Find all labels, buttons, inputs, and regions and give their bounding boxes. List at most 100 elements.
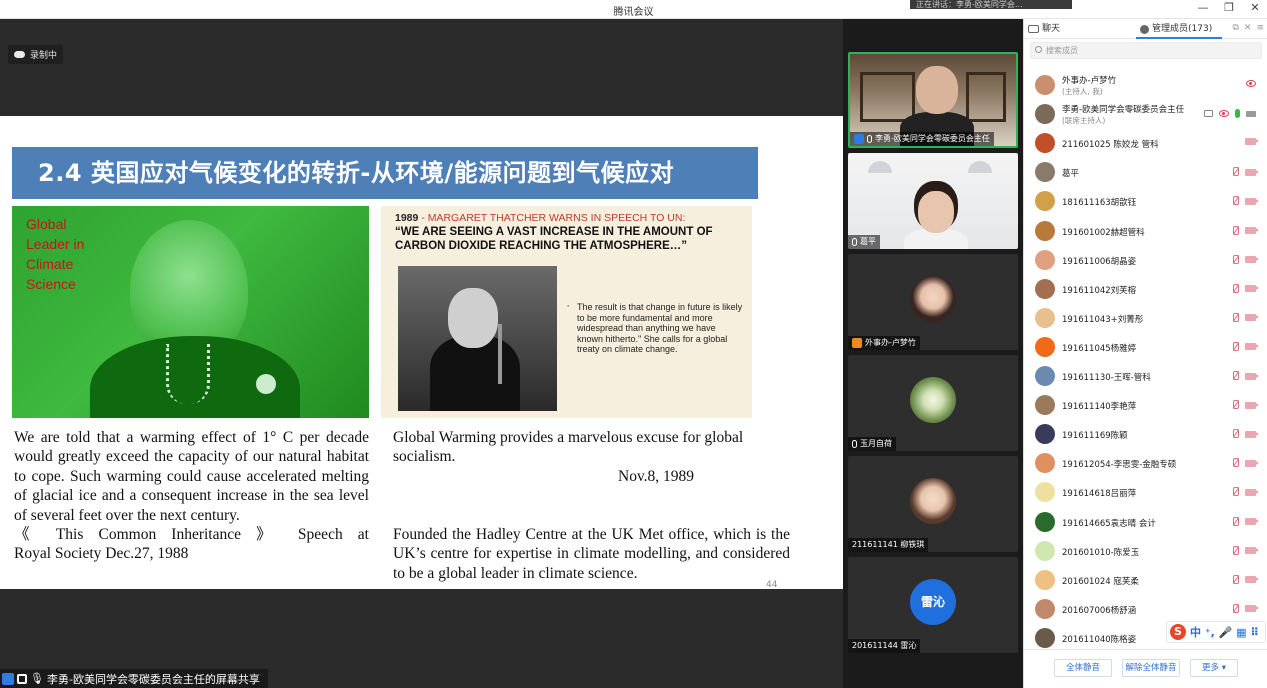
member-row[interactable]: 191611042刘芙榕 bbox=[1024, 275, 1267, 304]
member-row[interactable]: 外事办-卢梦竹 (主持人, 我) bbox=[1024, 71, 1267, 100]
camera-off-icon[interactable] bbox=[1245, 576, 1259, 584]
member-name: 211601025 陈姣龙 管科 bbox=[1062, 140, 1159, 151]
left-paragraph-text: We are told that a warming effect of 1° … bbox=[14, 429, 369, 524]
mic-off-icon[interactable] bbox=[1232, 225, 1239, 236]
video-tile[interactable]: 李勇-欧美同学会零碳委员会主任 bbox=[848, 52, 1018, 148]
member-search-input[interactable]: 搜索成员 bbox=[1030, 42, 1262, 59]
caption-line: Leader in bbox=[26, 236, 85, 252]
mic-off-icon[interactable] bbox=[1232, 283, 1239, 294]
camera-off-icon[interactable] bbox=[1245, 197, 1259, 205]
mic-off-icon[interactable] bbox=[1232, 545, 1239, 556]
restore-icon[interactable]: ❐ bbox=[1223, 1, 1235, 14]
member-row[interactable]: 李勇-欧美同学会零碳委员会主任 (联席主持人) bbox=[1024, 100, 1267, 129]
camera-off-icon[interactable] bbox=[1245, 138, 1259, 146]
mic-off-icon[interactable] bbox=[1232, 371, 1239, 381]
panel-controls: ⧉ ✕ ≡ bbox=[1232, 23, 1264, 33]
video-tile[interactable]: 葛平 bbox=[848, 153, 1018, 249]
menu-icon[interactable]: ≡ bbox=[1256, 23, 1264, 33]
mic-icon bbox=[867, 135, 872, 143]
mic-off-icon[interactable] bbox=[1232, 196, 1239, 206]
camera-off-icon[interactable] bbox=[1245, 343, 1259, 351]
eye-icon[interactable] bbox=[1219, 110, 1229, 118]
mic-off-icon[interactable] bbox=[1232, 254, 1239, 265]
camera-off-icon[interactable] bbox=[1245, 518, 1259, 525]
video-tile[interactable]: 211611141 柳铁琪 bbox=[848, 456, 1018, 552]
mic-off-icon[interactable] bbox=[1232, 458, 1239, 468]
camera-off-icon[interactable] bbox=[1245, 285, 1259, 293]
camera-off-icon[interactable] bbox=[1245, 459, 1259, 467]
mic-off-icon[interactable] bbox=[1232, 312, 1239, 323]
mic-off-icon[interactable] bbox=[1232, 603, 1239, 614]
member-row[interactable]: 191611169陈颖 bbox=[1024, 420, 1267, 449]
minimize-icon[interactable]: — bbox=[1197, 1, 1209, 14]
mic-off-icon[interactable] bbox=[1232, 574, 1239, 585]
window-titlebar: 腾讯会议 正在讲话：李勇-欧美同学会… — ❐ ✕ bbox=[0, 0, 1267, 19]
share-status-label: 李勇-欧美同学会零碳委员会主任的屏幕共享 bbox=[46, 672, 260, 686]
member-row[interactable]: 191611043+刘菁彤 bbox=[1024, 304, 1267, 333]
tab-members[interactable]: 管理成员(173) bbox=[1135, 19, 1223, 39]
member-status-icons bbox=[1245, 138, 1259, 146]
more-button[interactable]: 更多 ▾ bbox=[1190, 659, 1238, 677]
camera-off-icon[interactable] bbox=[1245, 227, 1259, 234]
member-row[interactable]: 201607006杨舒涵 bbox=[1024, 595, 1267, 624]
avatar bbox=[1035, 569, 1055, 590]
screen-share-status[interactable]: 🎙 李勇-欧美同学会零碳委员会主任的屏幕共享 bbox=[0, 669, 268, 688]
member-row[interactable]: 191614618吕丽萍 bbox=[1024, 478, 1267, 507]
mic-off-icon[interactable] bbox=[1232, 167, 1239, 177]
member-row[interactable]: 181611163胡歆钰 bbox=[1024, 187, 1267, 216]
member-row[interactable]: 191611140李艳萍 bbox=[1024, 391, 1267, 420]
video-tile[interactable]: 外事办-卢梦竹 bbox=[848, 254, 1018, 350]
camera-off-icon[interactable] bbox=[1245, 256, 1259, 264]
member-row[interactable]: 211601025 陈姣龙 管科 bbox=[1024, 129, 1267, 158]
close-icon[interactable]: ✕ bbox=[1244, 23, 1252, 33]
recording-badge[interactable]: 录制中 bbox=[8, 45, 64, 64]
unmute-all-button[interactable]: 解除全体静音 bbox=[1122, 659, 1180, 677]
mic-off-icon[interactable] bbox=[1232, 400, 1239, 410]
camera-off-icon[interactable] bbox=[1245, 372, 1259, 380]
member-row[interactable]: 201601010-陈爱玉 bbox=[1024, 537, 1267, 566]
member-row[interactable]: 191614665袁志晴 会计 bbox=[1024, 508, 1267, 537]
member-status-icons bbox=[1232, 458, 1259, 468]
input-method-toolbar[interactable]: S 中 ⁺, 🎤 ▦ ⠿ bbox=[1166, 621, 1266, 643]
avatar bbox=[1035, 627, 1055, 648]
camera-off-icon[interactable] bbox=[1245, 605, 1259, 613]
mic-off-icon[interactable] bbox=[1232, 341, 1239, 352]
bookshelf bbox=[860, 72, 915, 122]
person-head bbox=[918, 191, 954, 233]
avatar bbox=[1035, 424, 1055, 445]
mic-on-icon[interactable] bbox=[1235, 109, 1240, 119]
mic-off-icon[interactable] bbox=[1232, 516, 1239, 527]
mic-off-icon[interactable] bbox=[1232, 429, 1239, 439]
video-tile[interactable]: 玉月自荷 bbox=[848, 355, 1018, 451]
camera-off-icon[interactable] bbox=[1245, 430, 1259, 438]
bookshelf bbox=[966, 72, 1006, 122]
member-name: 201611040陈格姿 bbox=[1062, 634, 1137, 645]
camera-off-icon[interactable] bbox=[1245, 314, 1259, 322]
member-row[interactable]: 201601024 寇芙柔 bbox=[1024, 566, 1267, 595]
close-icon[interactable]: ✕ bbox=[1249, 1, 1261, 14]
member-row[interactable]: 191611130-王晖-管科 bbox=[1024, 362, 1267, 391]
camera-icon[interactable] bbox=[1246, 110, 1256, 117]
member-row[interactable]: 191611006胡晶姿 bbox=[1024, 246, 1267, 275]
portrait-pearls bbox=[166, 344, 210, 404]
member-row[interactable]: 191611045杨雅婷 bbox=[1024, 333, 1267, 362]
left-citation-line2: Royal Society Dec.27, 1988 bbox=[14, 545, 189, 563]
screen-share-icon[interactable] bbox=[1204, 110, 1213, 118]
popout-icon[interactable]: ⧉ bbox=[1232, 23, 1238, 33]
right-paragraph-1: Global Warming provides a marvelous excu… bbox=[393, 429, 744, 466]
camera-off-icon[interactable] bbox=[1245, 488, 1259, 496]
eye-icon[interactable] bbox=[1246, 80, 1256, 87]
camera-off-icon[interactable] bbox=[1245, 547, 1259, 555]
member-row[interactable]: 191612054-李思雯-金融专硕 bbox=[1024, 449, 1267, 478]
mute-all-button[interactable]: 全体静音 bbox=[1054, 659, 1112, 677]
un-speech-quote-card: 1989 - MARGARET THATCHER WARNS IN SPEECH… bbox=[381, 206, 752, 418]
member-row[interactable]: 191601002赫超管科 bbox=[1024, 217, 1267, 246]
video-tile[interactable]: 雷沁 201611144 雷沁 bbox=[848, 557, 1018, 653]
participant-avatar bbox=[910, 478, 956, 524]
member-row[interactable]: 葛平 bbox=[1024, 158, 1267, 187]
camera-off-icon[interactable] bbox=[1245, 401, 1259, 409]
mic-off-icon[interactable] bbox=[1232, 487, 1239, 497]
speaking-tip: 正在讲话：李勇-欧美同学会… bbox=[910, 0, 1072, 9]
camera-off-icon[interactable] bbox=[1245, 168, 1259, 176]
tab-chat[interactable]: 聊天 bbox=[1028, 19, 1060, 39]
